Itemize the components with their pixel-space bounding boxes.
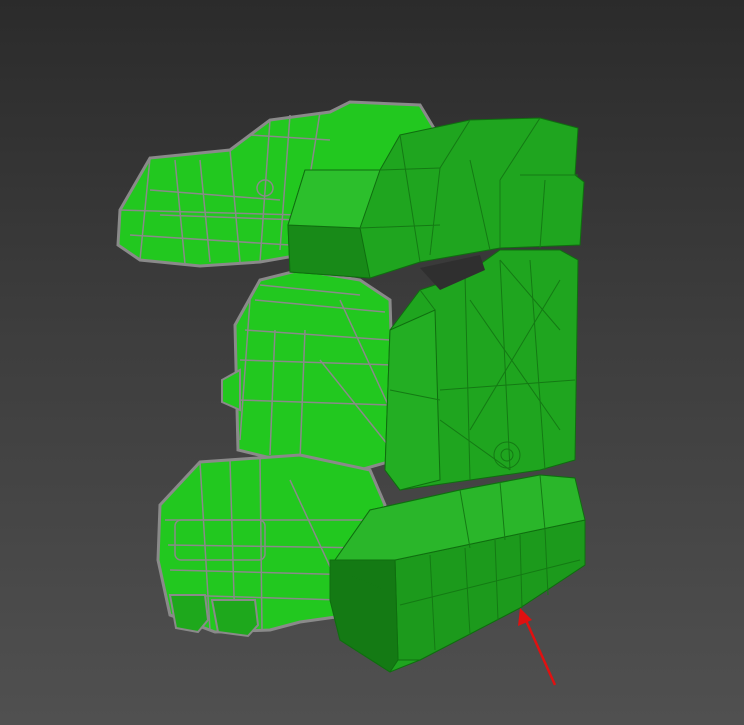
3d-viewport[interactable]: [0, 0, 744, 725]
wireframe-foot-right[interactable]: [210, 599, 260, 638]
arrowhead-icon: [518, 608, 532, 626]
mesh-lower-side[interactable]: [329, 559, 399, 673]
arrow-icon: [522, 615, 557, 686]
viewport-scene[interactable]: [0, 0, 744, 725]
mesh-top-arm-front[interactable]: [287, 224, 371, 279]
wireframe-foot-left[interactable]: [168, 594, 210, 634]
annotation-arrow: [518, 608, 557, 686]
mesh-column-front[interactable]: [384, 309, 441, 491]
wireframe-side-panel[interactable]: [221, 368, 241, 412]
